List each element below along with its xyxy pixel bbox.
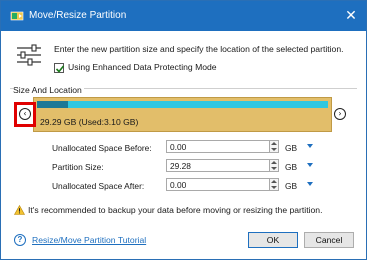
unallocated-before-unit-dropdown-icon[interactable] [307,144,313,148]
partition-size-label: Partition Size: [52,162,104,172]
warning-text: It's recommended to backup your data bef… [28,205,323,215]
unallocated-before-spinner[interactable] [270,140,279,153]
unallocated-after-label: Unallocated Space After: [52,181,145,191]
unallocated-after-unit: GB [285,181,298,191]
close-button[interactable]: ✕ [340,5,362,27]
partition-free-bar [37,101,328,108]
ok-button[interactable]: OK [248,232,298,248]
left-handle-highlight[interactable]: ‹ [14,102,36,127]
help-icon[interactable]: ? [14,234,26,246]
window-title: Move/Resize Partition [29,10,127,21]
enhanced-protection-label: Using Enhanced Data Protecting Mode [68,62,217,72]
left-arrow-icon[interactable]: ‹ [19,108,31,120]
unallocated-before-label: Unallocated Space Before: [52,143,152,153]
tutorial-link[interactable]: Resize/Move Partition Tutorial [32,235,146,245]
description-text: Enter the new partition size and specify… [54,44,344,54]
unallocated-after-input[interactable]: 0.00 [166,178,270,191]
right-arrow-icon[interactable]: › [334,108,346,120]
enhanced-protection-checkbox[interactable] [54,63,65,73]
cancel-button[interactable]: Cancel [304,232,354,248]
sliders-icon [17,44,41,66]
partition-size-unit-dropdown-icon[interactable] [307,163,313,167]
unallocated-after-spinner[interactable] [270,178,279,191]
partition-used-bar [37,101,68,108]
unallocated-after-unit-dropdown-icon[interactable] [307,182,313,186]
unallocated-before-unit: GB [285,143,298,153]
warning-icon [14,205,25,215]
title-bar[interactable]: Move/Resize Partition ✕ [1,1,366,31]
partition-size-input[interactable]: 29.28 [166,159,270,172]
partition-size-unit: GB [285,162,298,172]
checkmark-icon [55,65,65,73]
partition-size-text: 29.29 GB (Used:3.10 GB) [40,117,139,127]
partition-size-spinner[interactable] [270,159,279,172]
unallocated-before-input[interactable]: 0.00 [166,140,270,153]
size-location-label: Size And Location [13,85,84,95]
partition-tool-icon [10,11,24,21]
